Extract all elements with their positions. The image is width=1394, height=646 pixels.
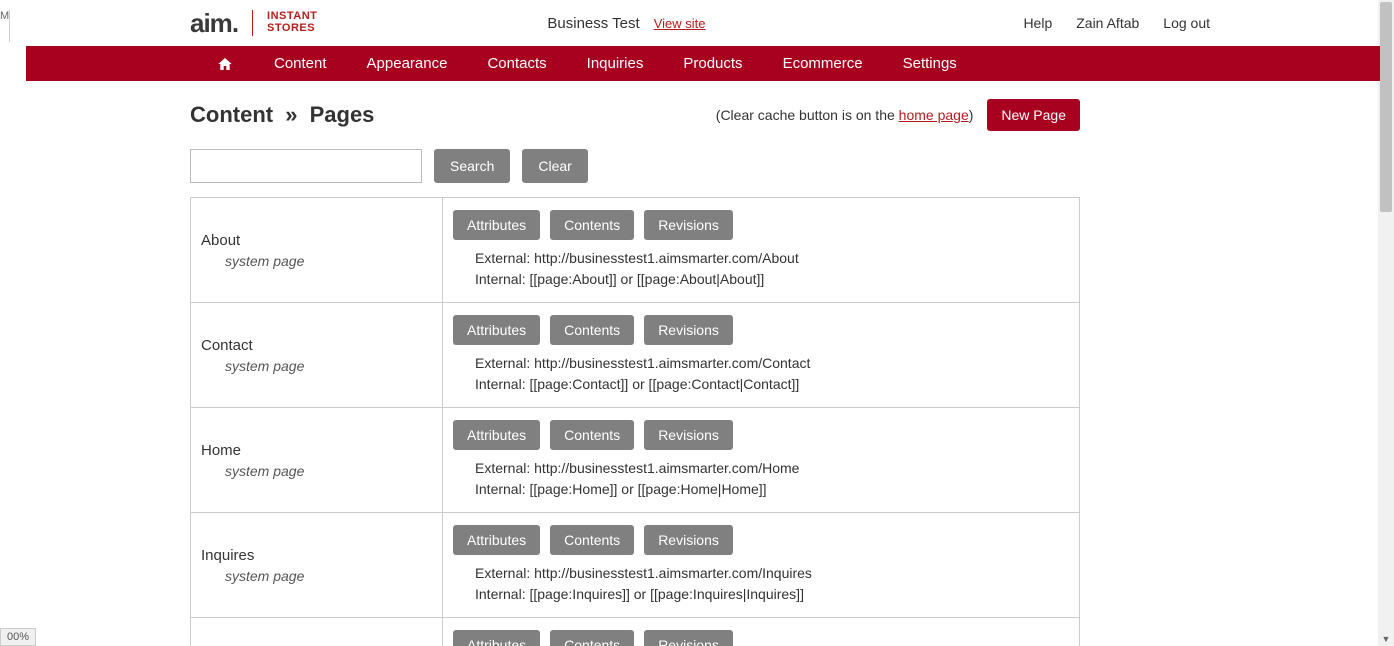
external-label: External: xyxy=(475,355,530,371)
nav-contacts[interactable]: Contacts xyxy=(487,55,546,72)
contents-button[interactable]: Contents xyxy=(550,315,634,345)
internal-ref: [[page:About]] or [[page:About|About]] xyxy=(529,271,764,287)
home-icon[interactable] xyxy=(216,55,234,73)
logo-sub-line1: INSTANT xyxy=(267,10,317,22)
search-button[interactable]: Search xyxy=(434,149,510,183)
attributes-button[interactable]: Attributes xyxy=(453,525,540,555)
cache-note: (Clear cache button is on the home page) xyxy=(716,107,974,123)
revisions-button[interactable]: Revisions xyxy=(644,210,733,240)
pages-table: About system page Attributes Contents Revisi… xyxy=(190,197,1080,646)
breadcrumb-sep: » xyxy=(285,102,297,127)
new-page-button[interactable]: New Page xyxy=(987,99,1080,131)
clear-button[interactable]: Clear xyxy=(522,149,587,183)
breadcrumb-content[interactable]: Content xyxy=(190,102,273,127)
revisions-button[interactable]: Revisions xyxy=(644,420,733,450)
external-url: http://businesstest1.aimsmarter.com/Home xyxy=(534,460,799,476)
table-row: Inquires Basketsystem pageAttributesCont… xyxy=(191,618,1080,646)
attributes-button[interactable]: Attributes xyxy=(453,315,540,345)
nav-products[interactable]: Products xyxy=(683,55,742,72)
nav-settings[interactable]: Settings xyxy=(903,55,957,72)
logo-subtitle: INSTANT STORES xyxy=(267,11,317,34)
internal-ref: [[page:Home]] or [[page:Home|Home]] xyxy=(529,481,766,497)
scrollbar-thumb[interactable] xyxy=(1380,2,1392,212)
contents-button[interactable]: Contents xyxy=(550,420,634,450)
logout-link[interactable]: Log out xyxy=(1163,15,1210,31)
table-row: Home system page Attributes Contents Revisio… xyxy=(191,408,1080,513)
attributes-button[interactable]: Attributes xyxy=(453,420,540,450)
attributes-button[interactable]: Attributes xyxy=(453,630,540,646)
page-name: Contact xyxy=(201,337,430,354)
table-row: Contact system page Attributes Contents Revi… xyxy=(191,303,1080,408)
contents-button[interactable]: Contents xyxy=(550,525,634,555)
external-url: http://businesstest1.aimsmarter.com/Abou… xyxy=(534,250,799,266)
page-name: Home xyxy=(201,442,430,459)
breadcrumb: Content » Pages xyxy=(190,102,374,128)
zoom-level: 00% xyxy=(0,628,36,646)
search-input[interactable] xyxy=(190,149,422,183)
logo-separator xyxy=(252,10,253,36)
vertical-scrollbar[interactable]: ▲ ▼ xyxy=(1378,0,1394,646)
page-name: About xyxy=(201,232,430,249)
revisions-button[interactable]: Revisions xyxy=(644,525,733,555)
nav-content[interactable]: Content xyxy=(274,55,327,72)
nav-inquiries[interactable]: Inquiries xyxy=(587,55,644,72)
external-label: External: xyxy=(475,460,530,476)
table-row: About system page Attributes Contents Revisi… xyxy=(191,198,1080,303)
internal-label: Internal: xyxy=(475,586,526,602)
attributes-button[interactable]: Attributes xyxy=(453,210,540,240)
logo-brand: aim xyxy=(190,8,238,39)
page-type: system page xyxy=(201,463,430,479)
top-header: aim INSTANT STORES Business Test View si… xyxy=(26,0,1380,46)
nav-ecommerce[interactable]: Ecommerce xyxy=(783,55,863,72)
cache-suffix: ) xyxy=(969,107,974,123)
contents-button[interactable]: Contents xyxy=(550,210,634,240)
internal-ref: [[page:Inquires]] or [[page:Inquires|Inq… xyxy=(529,586,803,602)
page-name: Inquires xyxy=(201,547,430,564)
revisions-button[interactable]: Revisions xyxy=(644,630,733,646)
main-nav: Content Appearance Contacts Inquiries Pr… xyxy=(26,46,1380,81)
scroll-down-arrow[interactable]: ▼ xyxy=(1380,632,1392,646)
breadcrumb-pages: Pages xyxy=(310,102,375,127)
internal-label: Internal: xyxy=(475,481,526,497)
help-link[interactable]: Help xyxy=(1023,15,1052,31)
site-name: Business Test xyxy=(547,15,639,32)
nav-appearance[interactable]: Appearance xyxy=(367,55,448,72)
logo-sub-line2: STORES xyxy=(267,22,315,34)
external-url: http://businesstest1.aimsmarter.com/Inqu… xyxy=(534,565,812,581)
external-url: http://businesstest1.aimsmarter.com/Cont… xyxy=(534,355,810,371)
view-site-link[interactable]: View site xyxy=(654,16,706,31)
home-page-link[interactable]: home page xyxy=(899,107,969,123)
logo: aim INSTANT STORES xyxy=(190,8,317,39)
page-type: system page xyxy=(201,358,430,374)
contents-button[interactable]: Contents xyxy=(550,630,634,646)
external-label: External: xyxy=(475,565,530,581)
table-row: Inquires system page Attributes Contents Rev… xyxy=(191,513,1080,618)
revisions-button[interactable]: Revisions xyxy=(644,315,733,345)
page-type: system page xyxy=(201,253,430,269)
external-label: External: xyxy=(475,250,530,266)
cache-prefix: (Clear cache button is on the xyxy=(716,107,899,123)
cropped-fragment: M xyxy=(0,10,10,42)
user-name[interactable]: Zain Aftab xyxy=(1076,15,1139,31)
internal-label: Internal: xyxy=(475,271,526,287)
page-type: system page xyxy=(201,568,430,584)
internal-label: Internal: xyxy=(475,376,526,392)
internal-ref: [[page:Contact]] or [[page:Contact|Conta… xyxy=(529,376,799,392)
